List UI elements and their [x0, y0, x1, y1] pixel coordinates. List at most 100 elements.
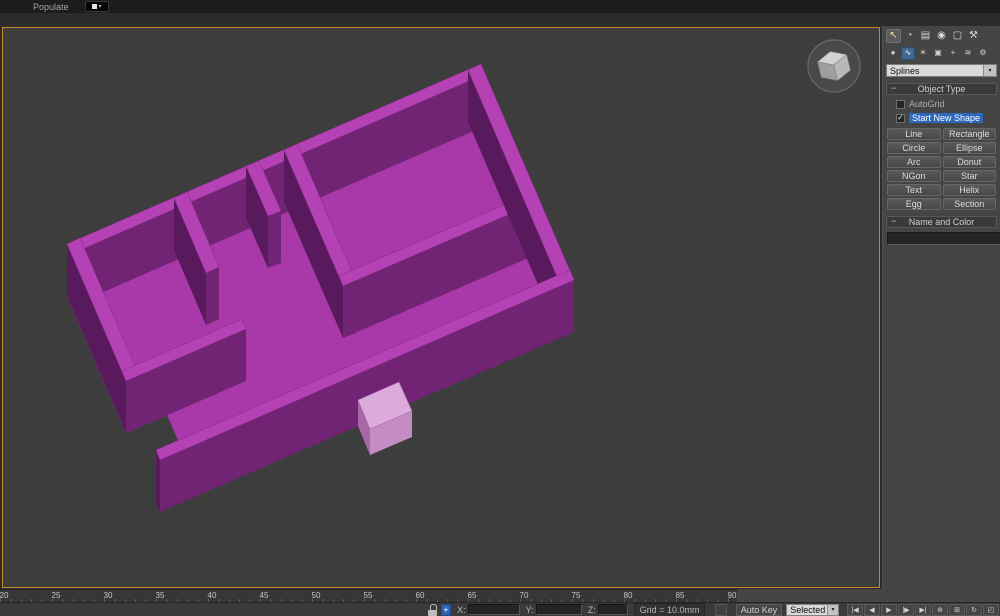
- zoom-button[interactable]: ⊕: [932, 603, 948, 616]
- timeline-label: 40: [207, 591, 217, 600]
- object-type-rollout-header[interactable]: − Object Type: [886, 83, 997, 95]
- shape-button-text[interactable]: Text: [887, 184, 941, 196]
- timeline-label: 85: [675, 591, 685, 600]
- go-to-start-button[interactable]: |◀: [847, 603, 863, 616]
- space-warps-icon: ≋: [964, 48, 972, 57]
- timeline-label: 25: [51, 591, 61, 600]
- timeline-label: 75: [571, 591, 581, 600]
- chevron-down-icon: ▾: [827, 604, 838, 615]
- mid-stub-front-face[interactable]: [268, 211, 281, 268]
- category-systems[interactable]: ⚙: [976, 47, 990, 60]
- timeline-label: 70: [519, 591, 529, 600]
- perspective-viewport[interactable]: [2, 27, 880, 588]
- chevron-down-icon: ▾: [98, 3, 102, 10]
- chevron-down-icon[interactable]: ▾: [983, 65, 996, 76]
- display-icon: ▢: [952, 29, 963, 41]
- 3ds-max-window: Populate ▾ ↖ ◔ ▤ ◉ ▢ ⚒ ● ∿ ☀ ▣ + ≋ ⚙ Splines ▾ −: [0, 0, 1000, 616]
- timeline-label: 20: [0, 591, 9, 600]
- shape-button-helix[interactable]: Helix: [942, 184, 996, 196]
- next-frame-button[interactable]: |▶: [898, 603, 914, 616]
- previous-frame-button[interactable]: ◀: [864, 603, 880, 616]
- modify-icon: ◔: [906, 29, 913, 41]
- ribbon-tab-populate[interactable]: Populate: [33, 2, 69, 12]
- left-room-right-wall-front-face[interactable]: [206, 267, 219, 325]
- zoom-extents-button[interactable]: ⊞: [949, 603, 965, 616]
- time-tag-button[interactable]: [715, 603, 727, 616]
- lights-icon: ☀: [919, 48, 927, 57]
- viewport-nav-controls: ⊕ ⊞ ↻ ◰: [932, 603, 1000, 616]
- category-shapes[interactable]: ∿: [901, 46, 915, 60]
- name-and-color-rollout-header[interactable]: − Name and Color: [886, 216, 997, 228]
- timeline-label: 90: [727, 591, 737, 600]
- timeline-label: 50: [311, 591, 321, 600]
- command-panel: ↖ ◔ ▤ ◉ ▢ ⚒ ● ∿ ☀ ▣ + ≋ ⚙ Splines ▾ − Object Type A…: [882, 26, 1000, 602]
- timeline-ruler-gap: [737, 589, 883, 602]
- shape-button-ngon[interactable]: NGon: [887, 170, 941, 182]
- z-coordinate-field[interactable]: [597, 604, 628, 615]
- category-lights[interactable]: ☀: [916, 47, 930, 60]
- shape-button-donut[interactable]: Donut: [942, 156, 996, 168]
- spline-type-dropdown[interactable]: Splines ▾: [886, 64, 997, 77]
- category-helpers[interactable]: +: [946, 47, 960, 60]
- shape-button-egg[interactable]: Egg: [887, 198, 941, 210]
- shape-button-section[interactable]: Section: [942, 198, 996, 210]
- maximize-viewport-button[interactable]: ◰: [983, 603, 999, 616]
- category-space-warps[interactable]: ≋: [961, 47, 975, 60]
- systems-icon: ⚙: [979, 48, 987, 57]
- tab-create[interactable]: ↖: [886, 28, 901, 43]
- timeline-label: 55: [363, 591, 373, 600]
- tab-display[interactable]: ▢: [950, 29, 965, 43]
- selection-set-dropdown[interactable]: Selected ▾: [786, 603, 839, 616]
- cameras-icon: ▣: [934, 48, 942, 57]
- shape-button-rectangle[interactable]: Rectangle: [942, 128, 996, 140]
- y-coordinate-field[interactable]: [535, 604, 582, 615]
- utilities-icon: ⚒: [969, 29, 978, 41]
- tab-motion[interactable]: ◉: [934, 29, 949, 43]
- playback-controls: |◀ ◀ ▶ |▶ ▶|: [847, 603, 932, 616]
- object-type-grid: Line Rectangle Circle Ellipse Arc Donut NGon St…: [887, 128, 996, 210]
- autogrid-checkbox[interactable]: [896, 99, 905, 109]
- timeline-label: 30: [103, 591, 113, 600]
- play-button[interactable]: ▶: [881, 603, 897, 616]
- go-to-end-button[interactable]: ▶|: [915, 603, 931, 616]
- orbit-button[interactable]: ↻: [966, 603, 982, 616]
- x-coordinate-field[interactable]: [467, 604, 520, 615]
- object-name-field[interactable]: [887, 232, 1000, 245]
- tab-hierarchy[interactable]: ▤: [918, 29, 933, 43]
- x-label: X:: [457, 604, 466, 615]
- shape-button-arc[interactable]: Arc: [887, 156, 941, 168]
- timeline-label: 60: [415, 591, 425, 600]
- start-new-shape-checkbox[interactable]: ✓: [896, 113, 905, 123]
- geometry-icon: ●: [890, 48, 896, 57]
- collapse-icon: −: [891, 83, 897, 93]
- shape-button-ellipse[interactable]: Ellipse: [942, 142, 996, 154]
- ribbon-options-dropdown[interactable]: ▾: [84, 1, 109, 12]
- selection-set-value: Selected: [790, 604, 826, 615]
- absolute-mode-toggle[interactable]: +: [440, 603, 452, 616]
- tab-utilities[interactable]: ⚒: [966, 29, 981, 43]
- timeline-ruler[interactable]: 20 25 30 35 40 45 50 55 60 65 70 75 80 85 90: [0, 589, 737, 602]
- category-geometry[interactable]: ●: [886, 47, 900, 60]
- ribbon-bar: Populate ▾: [0, 0, 1000, 13]
- rollout-title: Object Type: [917, 84, 966, 94]
- shape-button-line[interactable]: Line: [887, 128, 941, 140]
- scene-svg: [66, 63, 575, 512]
- status-bar: + X: Y: Z: Grid = 10.0mm Auto Key Select…: [0, 602, 1000, 616]
- grid-size-display: Grid = 10.0mm: [633, 602, 706, 616]
- spline-type-value: Splines: [890, 65, 920, 76]
- shape-button-circle[interactable]: Circle: [887, 142, 941, 154]
- viewcube[interactable]: [806, 38, 862, 94]
- helpers-icon: +: [950, 48, 956, 57]
- timeline-label: 65: [467, 591, 477, 600]
- panel-tabs: ↖ ◔ ▤ ◉ ▢ ⚒: [886, 28, 997, 43]
- selection-lock-icon[interactable]: [428, 603, 437, 616]
- motion-icon: ◉: [937, 29, 946, 41]
- shape-button-star[interactable]: Star: [942, 170, 996, 182]
- start-new-shape-label: Start New Shape: [909, 113, 984, 123]
- tab-modify[interactable]: ◔: [902, 29, 917, 43]
- category-cameras[interactable]: ▣: [931, 47, 945, 60]
- hierarchy-icon: ▤: [920, 29, 931, 41]
- y-label: Y:: [525, 604, 534, 615]
- auto-key-button[interactable]: Auto Key: [735, 603, 783, 616]
- shapes-icon: ∿: [904, 48, 912, 57]
